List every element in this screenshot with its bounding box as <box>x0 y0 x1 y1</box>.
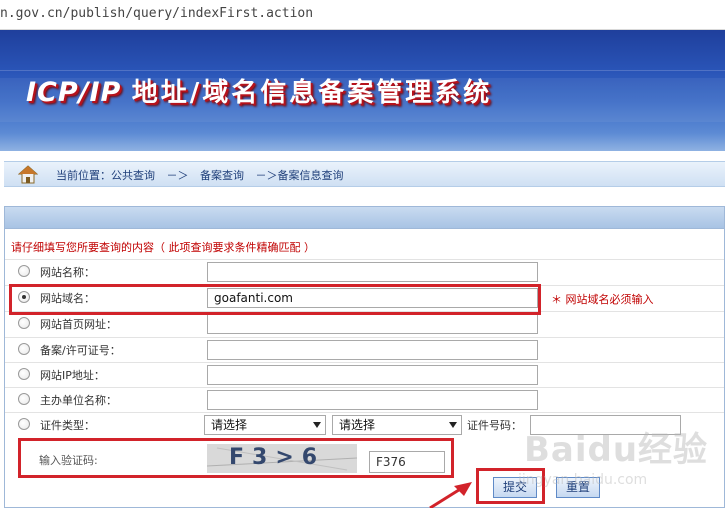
domain-required-note: ＊ 网站域名必须输入 <box>551 293 654 306</box>
dropdown-arrow-icon <box>449 422 457 428</box>
query-instruction: 请仔细填写您所要查询的内容（ 此项查询要求条件精确匹配 ） <box>11 241 315 254</box>
breadcrumb: 当前位置：公共查询 －＞ 备案查询 －＞备案信息查询 <box>4 161 725 187</box>
annotation-box-domain <box>9 284 541 315</box>
breadcrumb-item[interactable]: 备案查询 <box>200 169 244 182</box>
watermark-brand: Baidu经验 <box>524 430 709 470</box>
annotation-box-captcha <box>18 438 454 478</box>
banner-stripe <box>0 70 725 71</box>
field-row-license: 备案/许可证号： <box>5 337 724 361</box>
cert-type-select[interactable]: 请选择 <box>204 415 326 435</box>
site-name-label: 网站名称： <box>40 266 95 279</box>
site-title-cn: 地址/域名信息备案管理系统 <box>131 78 493 108</box>
baidu-watermark: Baidu经验 jingyan.baidu.com <box>512 408 712 502</box>
license-label: 备案/许可证号： <box>40 344 121 357</box>
breadcrumb-text: 当前位置：公共查询 －＞ 备案查询 －＞备案信息查询 <box>56 167 352 183</box>
spacer <box>0 151 725 161</box>
watermark-url: jingyan.baidu.com <box>518 472 648 488</box>
site-name-input[interactable] <box>207 262 538 282</box>
cert-subtype-select-value: 请选择 <box>339 418 376 432</box>
homepage-url-label: 网站首页网址： <box>40 318 117 331</box>
radio-ip[interactable] <box>18 368 30 380</box>
ip-input[interactable] <box>207 365 538 385</box>
cert-subtype-select[interactable]: 请选择 <box>332 415 462 435</box>
cert-type-select-value: 请选择 <box>211 418 248 432</box>
radio-cert[interactable] <box>18 418 30 430</box>
dropdown-arrow-icon <box>313 422 321 428</box>
radio-organizer[interactable] <box>18 393 30 405</box>
cert-type-label: 证件类型： <box>40 419 95 432</box>
breadcrumb-item: －＞备案信息查询 <box>255 169 344 182</box>
ip-label: 网站IP地址： <box>40 369 105 382</box>
field-row-site-name: 网站名称： <box>5 259 724 283</box>
url-text[interactable]: n.gov.cn/publish/query/indexFirst.action <box>0 6 313 21</box>
organizer-input[interactable] <box>207 390 538 410</box>
radio-license[interactable] <box>18 343 30 355</box>
breadcrumb-item[interactable]: 当前位置：公共查询 <box>56 169 155 182</box>
site-banner: ICP/IP 地址/域名信息备案管理系统 <box>0 30 725 151</box>
home-icon[interactable] <box>18 165 38 184</box>
license-input[interactable] <box>207 340 538 360</box>
radio-homepage-url[interactable] <box>18 317 30 329</box>
address-bar[interactable]: n.gov.cn/publish/query/indexFirst.action <box>0 0 725 30</box>
field-row-ip: 网站IP地址： <box>5 362 724 386</box>
organizer-label: 主办单位名称： <box>40 394 117 407</box>
site-title: ICP/IP 地址/域名信息备案管理系统 <box>26 72 492 109</box>
annotation-arrow-icon <box>429 482 472 508</box>
homepage-url-input[interactable] <box>207 314 538 334</box>
panel-header <box>5 207 724 229</box>
site-title-latin: ICP/IP <box>26 77 122 108</box>
radio-site-name[interactable] <box>18 265 30 277</box>
breadcrumb-separator: －＞ <box>166 169 189 182</box>
